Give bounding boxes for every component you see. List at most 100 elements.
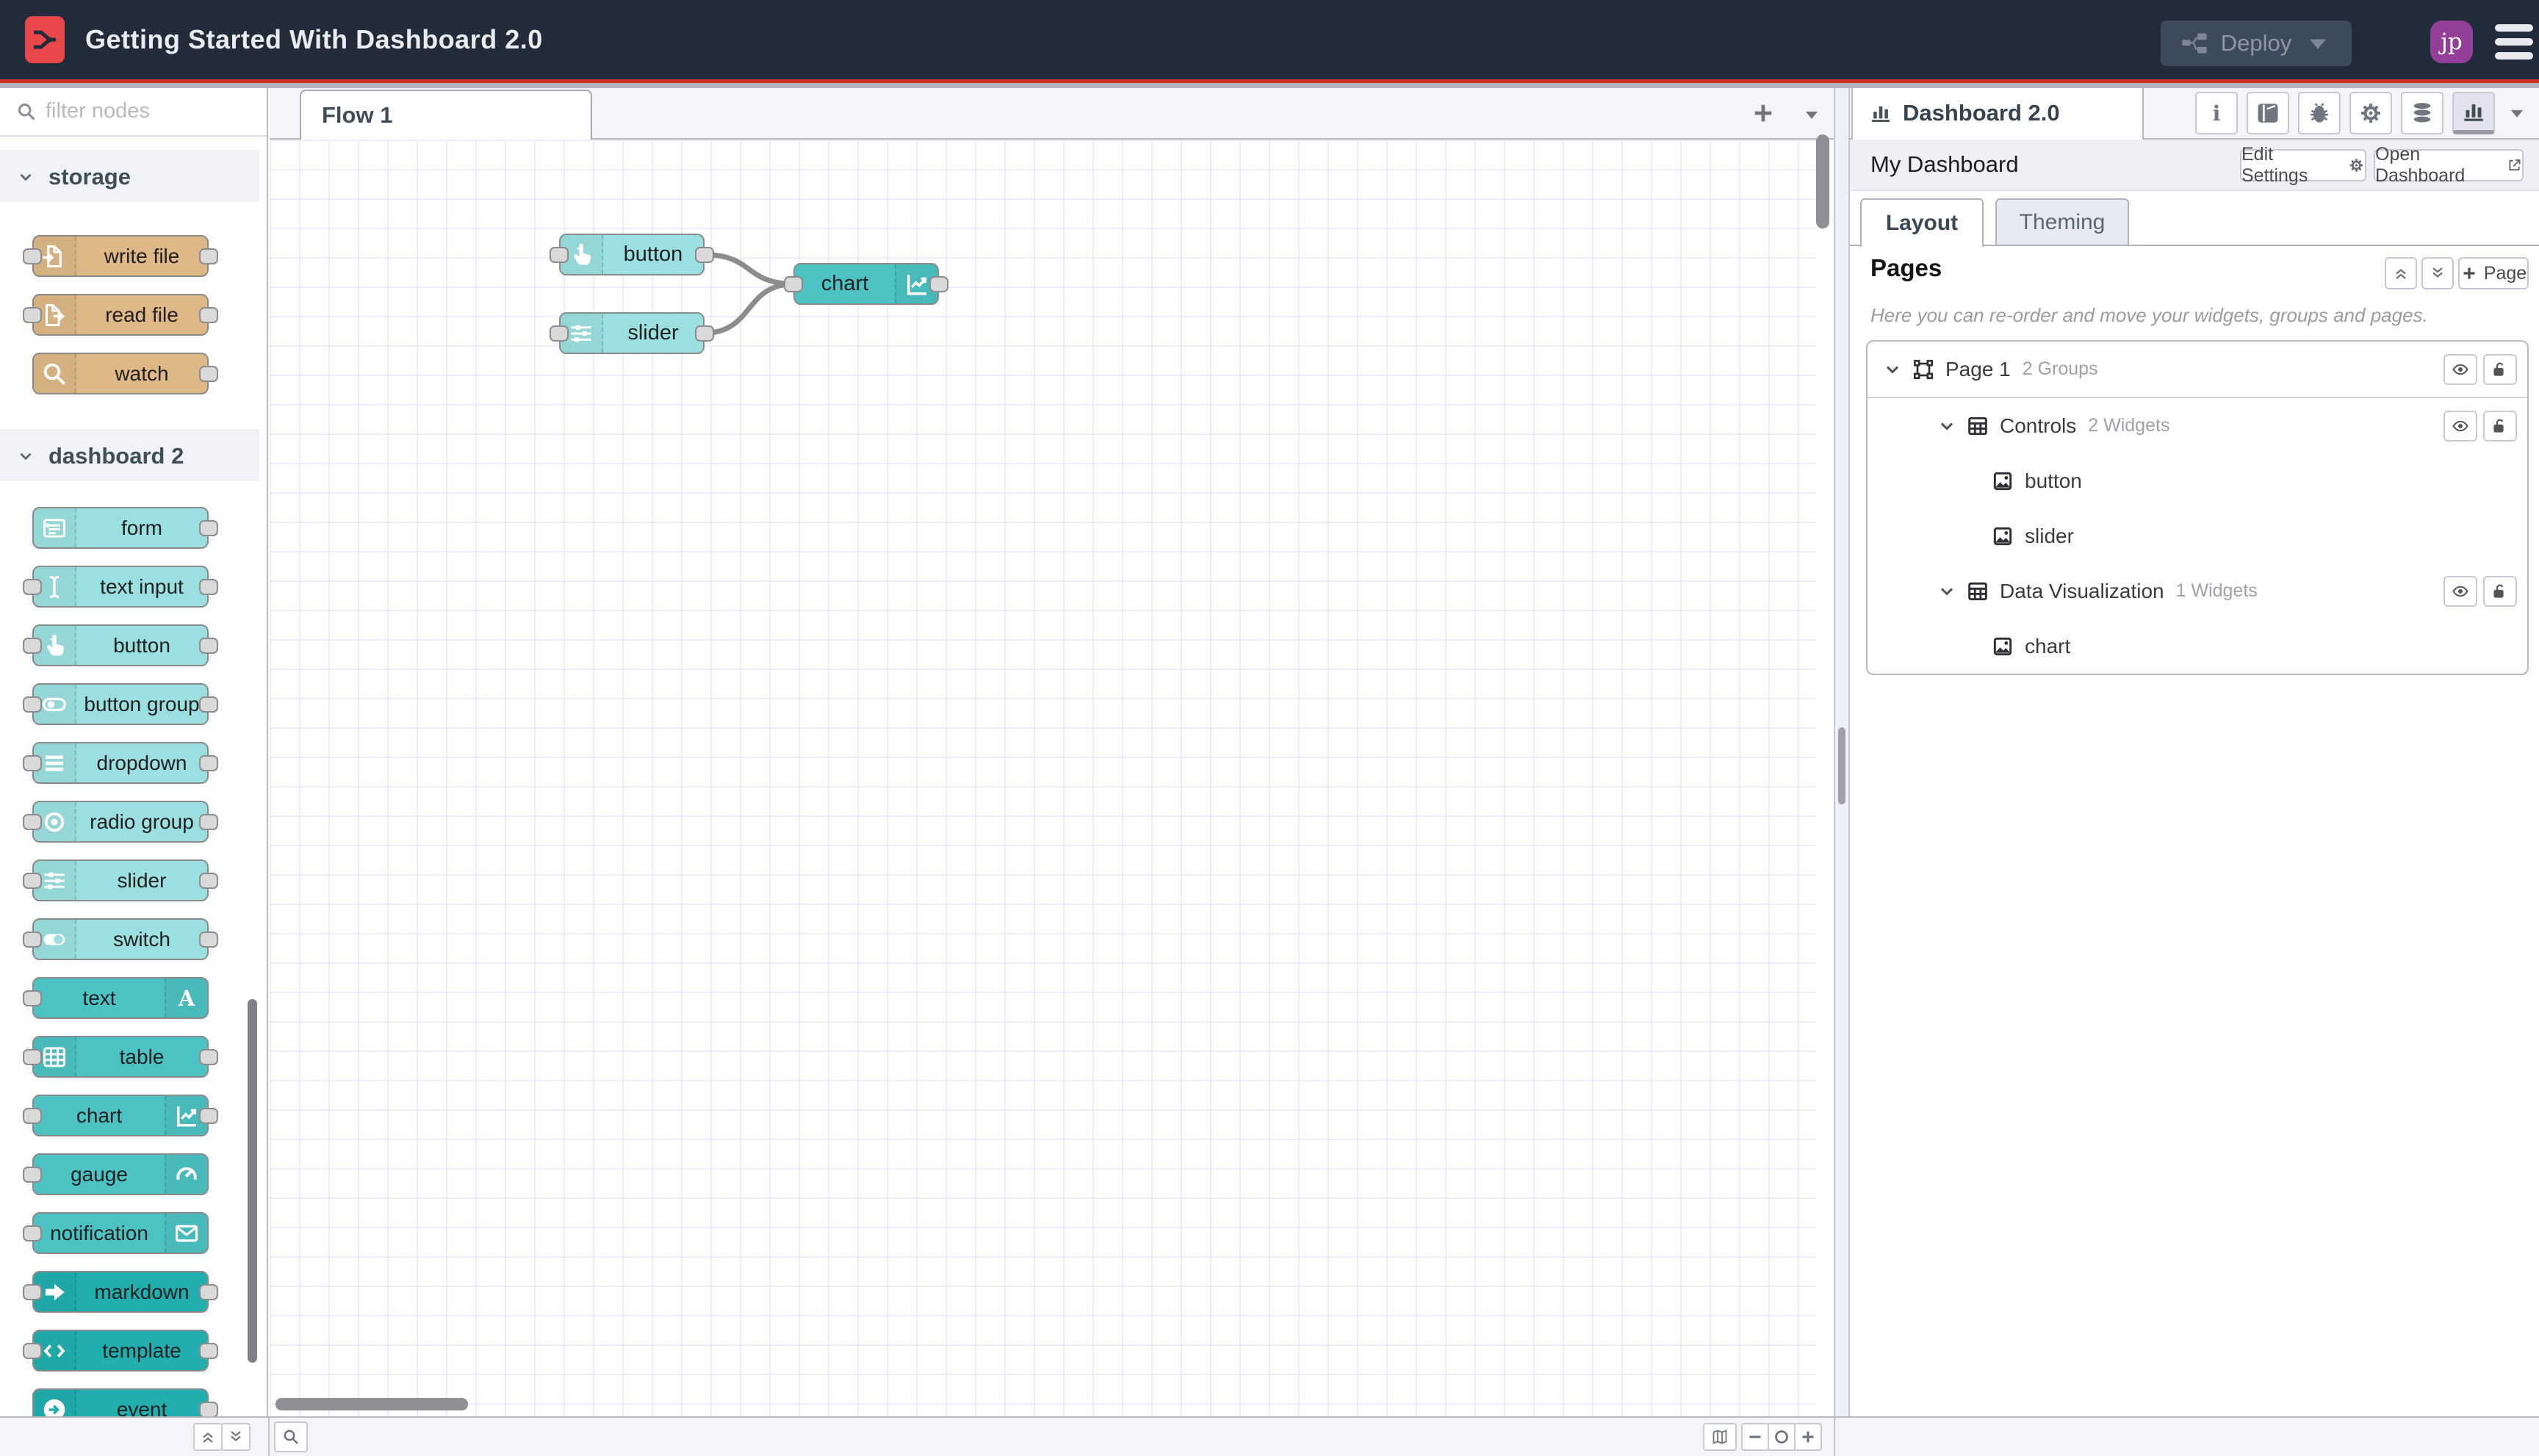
filter-nodes-input[interactable] [46,87,261,135]
input-port[interactable] [23,696,42,713]
sidebar-toolbar-info-button[interactable]: i [2195,92,2238,134]
input-port[interactable] [23,813,42,830]
palette-node-text-input[interactable]: text input [23,566,218,608]
input-port[interactable] [23,1048,42,1065]
input-port[interactable] [784,275,803,292]
open-dashboard-button[interactable]: Open Dashboard [2374,144,2524,186]
palette-node-radio-group[interactable]: radio group [23,801,218,843]
palette-node-write-file[interactable]: write file [23,235,218,277]
add-flow-button[interactable] [1750,100,1776,126]
palette-node-markdown[interactable]: markdown [23,1271,218,1313]
output-port[interactable] [199,813,218,830]
output-port[interactable] [199,1283,218,1300]
palette-node-button[interactable]: button [23,624,218,666]
sidebar-splitter[interactable] [1834,87,1850,1416]
input-port[interactable] [23,637,42,654]
output-port[interactable] [199,696,218,713]
palette-node-dropdown[interactable]: dropdown [23,742,218,784]
visibility-toggle-button[interactable] [2443,410,2477,442]
edit-settings-button[interactable]: Edit Settings [2240,144,2366,186]
output-port[interactable] [199,365,218,382]
tree-row-button[interactable]: button [1868,453,2527,508]
flow-node-chart[interactable]: chart [784,263,948,305]
sidebar-toolbar-book-button[interactable] [2247,92,2289,134]
chevron-down-icon[interactable] [1937,416,1957,436]
tree-row-data-visualization[interactable]: Data Visualization 1 Widgets [1868,563,2527,619]
user-avatar[interactable]: jp [2430,21,2473,63]
tree-row-chart[interactable]: chart [1868,619,2527,674]
input-port[interactable] [550,325,569,342]
output-port[interactable] [199,306,218,323]
output-port[interactable] [695,325,714,342]
zoom-reset-button[interactable] [1768,1423,1796,1451]
palette-node-button-group[interactable]: button group [23,683,218,725]
palette-node-chart[interactable]: chart [23,1095,218,1136]
tab-layout[interactable]: Layout [1860,198,1984,248]
palette-node-table[interactable]: table [23,1036,218,1078]
zoom-in-button[interactable] [1794,1423,1822,1451]
input-port[interactable] [23,578,42,595]
output-port[interactable] [199,1107,218,1124]
palette-node-switch[interactable]: switch [23,918,218,960]
flow-node-slider[interactable]: slider [550,312,714,354]
palette-node-read-file[interactable]: read file [23,294,218,336]
palette-node-template[interactable]: template [23,1330,218,1372]
add-page-button[interactable]: Page [2458,257,2529,289]
visibility-toggle-button[interactable] [2443,575,2477,607]
splitter-grip[interactable] [1838,727,1845,804]
input-port[interactable] [23,1283,42,1300]
palette-node-gauge[interactable]: gauge [23,1153,209,1195]
lock-toggle-button[interactable] [2483,353,2517,385]
input-port[interactable] [550,246,569,263]
search-flows-button[interactable] [274,1421,308,1452]
tree-row-page-1[interactable]: Page 1 2 Groups [1868,342,2527,398]
palette-category-storage[interactable]: storage [0,151,259,202]
palette-node-text[interactable]: Atext [23,977,209,1019]
navigator-toggle-button[interactable] [1703,1423,1737,1451]
zoom-out-button[interactable] [1741,1423,1769,1451]
input-port[interactable] [23,872,42,889]
move-up-button[interactable] [2385,257,2417,289]
palette-node-event[interactable]: event [32,1388,218,1416]
sidebar-toolbar-gear-button[interactable] [2349,92,2392,134]
input-port[interactable] [23,306,42,323]
lock-toggle-button[interactable] [2483,575,2517,607]
sidebar-toolbar-bug-button[interactable] [2298,92,2341,134]
sidebar-tabs-caret-icon[interactable] [2507,103,2527,123]
output-port[interactable] [199,248,218,264]
palette-node-slider[interactable]: slider [23,859,218,901]
output-port[interactable] [199,637,218,654]
input-port[interactable] [23,1107,42,1124]
flow-tab[interactable]: Flow 1 [300,90,592,140]
input-port[interactable] [23,248,42,264]
output-port[interactable] [199,578,218,595]
lock-toggle-button[interactable] [2483,410,2517,442]
palette-node-notification[interactable]: notification [23,1212,209,1254]
canvas-vertical-scrollbar[interactable] [1816,134,1829,228]
output-port[interactable] [695,246,714,263]
input-port[interactable] [23,931,42,948]
palette-category-dashboard-2[interactable]: dashboard 2 [0,430,259,481]
tab-theming[interactable]: Theming [1995,198,2129,246]
output-port[interactable] [199,519,218,536]
output-port[interactable] [199,1342,218,1359]
sidebar-toolbar-context-button[interactable] [2401,92,2443,134]
input-port[interactable] [23,1342,42,1359]
tree-row-controls[interactable]: Controls 2 Widgets [1868,398,2527,453]
deploy-button[interactable]: Deploy [2161,21,2352,66]
input-port[interactable] [23,1225,42,1241]
palette-scrollbar[interactable] [248,999,257,1363]
palette-node-form[interactable]: form [32,507,218,549]
output-port[interactable] [929,275,948,292]
move-down-button[interactable] [2421,257,2454,289]
input-port[interactable] [23,990,42,1006]
flow-canvas[interactable]: Flow 1 button slider chart [270,87,1834,1416]
canvas-horizontal-scrollbar[interactable] [275,1398,468,1410]
chevron-down-icon[interactable] [1937,581,1957,602]
input-port[interactable] [23,754,42,771]
output-port[interactable] [199,754,218,771]
chevron-down-icon[interactable] [1882,359,1903,380]
flow-list-caret-icon[interactable] [1801,104,1822,125]
tree-row-slider[interactable]: slider [1868,508,2527,563]
deploy-caret-icon[interactable] [2302,29,2334,57]
